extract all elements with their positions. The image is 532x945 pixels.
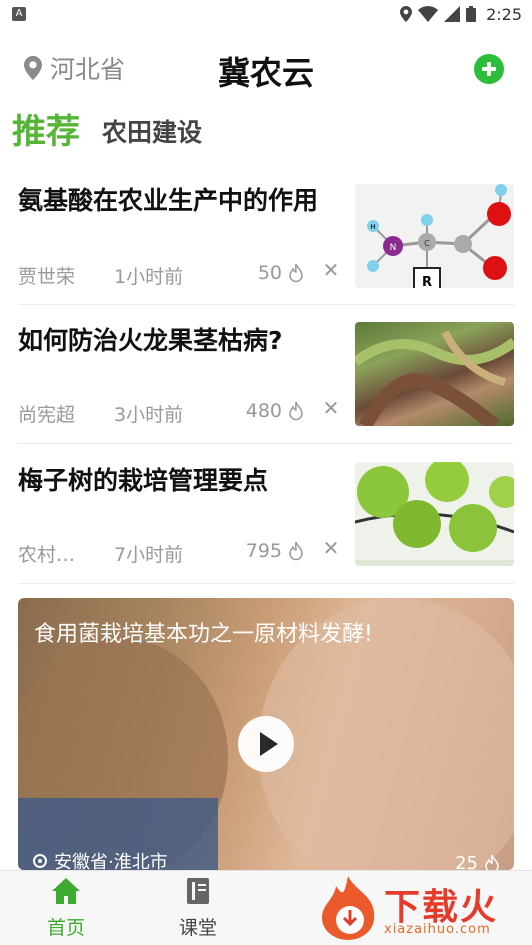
amino-acid-diagram: R N C H (367, 184, 511, 288)
heat-count: 795 (245, 540, 282, 562)
video-heat-count: 25 (455, 853, 478, 870)
top-bar: 河北省 冀农云 (0, 40, 532, 100)
molecule-label-c: C (424, 239, 430, 248)
article-card[interactable]: 如何防治火龙果茎枯病? 尚宪超 3小时前 480 ✕ (18, 322, 514, 442)
article-title[interactable]: 梅子树的栽培管理要点 (18, 464, 336, 497)
article-heat: 795 (246, 540, 304, 562)
article-time: 1小时前 (114, 266, 184, 288)
nav-home[interactable]: 首页 (26, 877, 106, 940)
category-tabs: 推荐 农田建设 (12, 108, 202, 156)
article-heat: 50 (258, 262, 304, 284)
location-label: 河北省 (50, 55, 126, 84)
article-heat: 480 (246, 400, 304, 422)
molecule-label-n: N (390, 243, 397, 253)
location-selector[interactable]: 河北省 (24, 50, 125, 86)
add-button[interactable] (474, 54, 504, 84)
status-icons: 2:25 (400, 4, 522, 24)
flame-icon (289, 541, 303, 561)
location-pin-icon (24, 56, 42, 80)
article-card[interactable]: 梅子树的栽培管理要点 农村生... 7小时前 795 ✕ (18, 462, 514, 582)
tab-recommended[interactable]: 推荐 (12, 108, 80, 156)
article-meta: 贾世荣 1小时前 50 ✕ (18, 256, 344, 288)
nav-home-label: 首页 (46, 917, 85, 939)
article-thumbnail[interactable]: R N C H (355, 184, 514, 288)
molecule-label-r: R (422, 275, 432, 288)
article-thumbnail[interactable] (355, 462, 514, 566)
nav-classroom-label: 课堂 (178, 917, 217, 939)
signal-icon (444, 6, 461, 22)
article-author: 农村生... (18, 544, 90, 566)
article-time: 3小时前 (114, 404, 184, 426)
video-card[interactable]: 食用菌栽培基本功之一原材料发酵! 安徽省·淮北市 25 (18, 598, 514, 870)
dismiss-icon[interactable]: ✕ (318, 536, 344, 560)
divider (18, 443, 514, 444)
flame-icon (289, 401, 303, 421)
article-card[interactable]: 氨基酸在农业生产中的作用 贾世荣 1小时前 50 ✕ R N C H (18, 184, 514, 304)
article-title[interactable]: 氨基酸在农业生产中的作用 (18, 184, 336, 217)
dismiss-icon[interactable]: ✕ (318, 258, 344, 282)
dismiss-icon[interactable]: ✕ (318, 396, 344, 420)
article-thumbnail[interactable] (355, 322, 514, 426)
video-title: 食用菌栽培基本功之一原材料发酵! (34, 622, 373, 647)
article-meta: 尚宪超 3小时前 480 ✕ (18, 394, 344, 426)
home-icon (52, 878, 80, 904)
molecule-label-h: H (370, 223, 375, 231)
tab-farmland[interactable]: 农田建设 (102, 110, 202, 156)
divider (18, 583, 514, 584)
nav-classroom[interactable]: 课堂 (158, 877, 238, 940)
video-heat: 25 (455, 853, 500, 870)
green-plums-image (355, 462, 514, 566)
watermark-logo-icon (322, 876, 375, 940)
flame-icon (485, 854, 499, 870)
watermark-url: xiazaihuo.com (384, 922, 491, 937)
wifi-icon (418, 6, 439, 22)
clock: 2:25 (486, 4, 522, 24)
notification-icon: A (12, 7, 26, 21)
article-time: 7小时前 (114, 544, 184, 566)
location-pin-icon (400, 6, 413, 22)
article-author: 尚宪超 (18, 404, 76, 426)
location-icon (33, 854, 47, 868)
play-button[interactable] (238, 716, 294, 772)
heat-count: 480 (245, 400, 282, 422)
article-title[interactable]: 如何防治火龙果茎枯病? (18, 324, 336, 357)
status-bar: A 2:25 (0, 0, 532, 28)
video-location-label: 安徽省·淮北市 (54, 852, 168, 870)
article-meta: 农村生... 7小时前 795 ✕ (18, 534, 344, 566)
heat-count: 50 (257, 262, 282, 284)
battery-icon (466, 6, 477, 22)
cactus-plant-image (355, 330, 514, 426)
book-icon (187, 878, 209, 904)
article-author: 贾世荣 (18, 266, 76, 288)
flame-icon (289, 263, 303, 283)
divider (18, 304, 514, 305)
watermark: 下载火 xiazaihuo.com (316, 872, 526, 942)
video-location: 安徽省·淮北市 (32, 848, 168, 870)
